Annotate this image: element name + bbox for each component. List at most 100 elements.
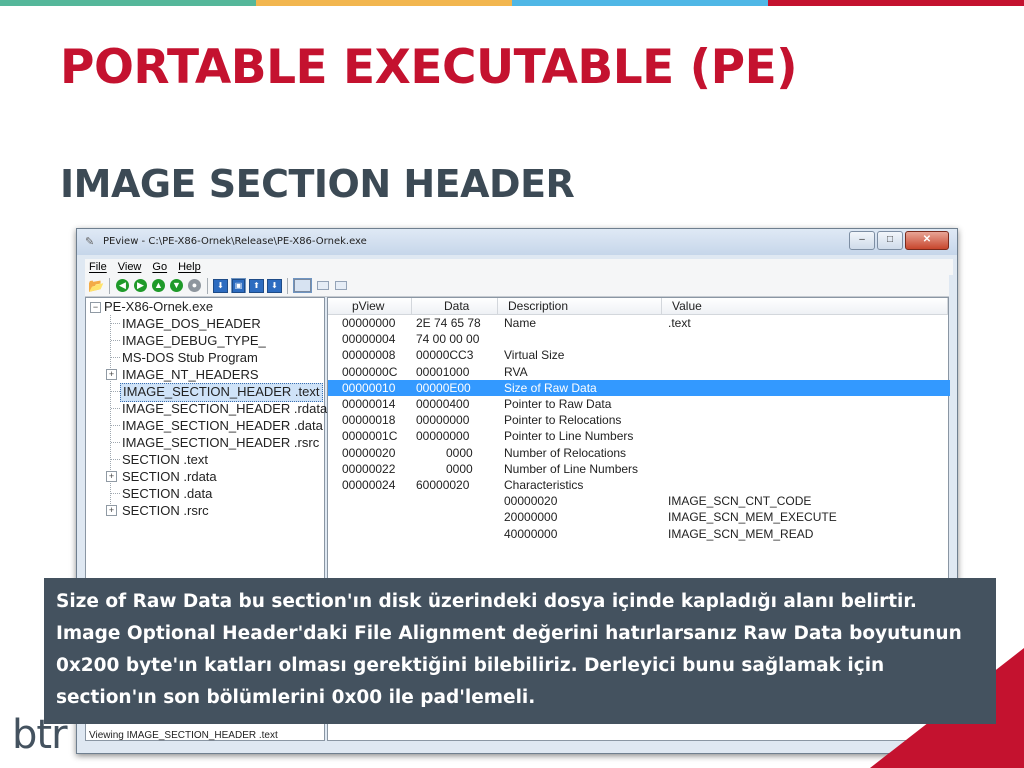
cell-desc: Number of Relocations bbox=[504, 445, 627, 460]
table-row[interactable]: 40000000 IMAGE_SCN_MEM_READ bbox=[328, 526, 950, 542]
cell-data: 0000 bbox=[446, 445, 473, 460]
open-icon[interactable]: 📂 bbox=[88, 278, 104, 293]
table-row[interactable]: 00000022 0000 Number of Line Numbers bbox=[328, 461, 950, 477]
table-row[interactable]: 00000004 74 00 00 00 bbox=[328, 331, 950, 347]
cell-pview: 00000022 bbox=[342, 461, 396, 476]
toolbar-separator bbox=[207, 277, 208, 294]
cell-desc: RVA bbox=[504, 364, 528, 379]
menu-view[interactable]: View bbox=[118, 261, 142, 273]
tree-item-ms-dos-stub[interactable]: MS-DOS Stub Program bbox=[122, 349, 258, 366]
table-row[interactable]: 00000010 00000E00 Size of Raw Data bbox=[328, 379, 950, 396]
slide-subtitle: IMAGE SECTION HEADER bbox=[60, 162, 575, 206]
toolbar-separator bbox=[109, 277, 110, 294]
cell-data: 00000E00 bbox=[416, 380, 471, 395]
close-button[interactable]: ✕ bbox=[905, 231, 949, 250]
maximize-button[interactable]: □ bbox=[877, 231, 903, 250]
tree-connector bbox=[110, 315, 111, 516]
tree-item-section-data[interactable]: SECTION .data bbox=[122, 485, 212, 502]
cell-value: IMAGE_SCN_CNT_CODE bbox=[668, 494, 812, 509]
back-icon[interactable]: ◀ bbox=[115, 278, 130, 293]
table-row[interactable]: 0000000C 00001000 RVA bbox=[328, 364, 950, 380]
table-row[interactable]: 20000000 IMAGE_SCN_MEM_EXECUTE bbox=[328, 509, 950, 525]
tree-item-image-dos-header[interactable]: IMAGE_DOS_HEADER bbox=[122, 315, 261, 332]
table-row[interactable]: 00000008 00000CC3 Virtual Size bbox=[328, 347, 950, 363]
cell-desc: Characteristics bbox=[504, 478, 584, 492]
window-titlebar[interactable]: ✎ PEview - C:\PE-X86-Ornek\Release\PE-X8… bbox=[77, 229, 957, 255]
save-icon[interactable]: ⬇ bbox=[213, 278, 228, 293]
column-header-value[interactable]: Value bbox=[662, 298, 948, 315]
status-bar: Viewing IMAGE_SECTION_HEADER .text bbox=[89, 730, 278, 741]
cell-pview: 0000001C bbox=[342, 429, 398, 444]
cell-data: 2E 74 65 78 bbox=[416, 316, 481, 330]
go-icon[interactable]: ● bbox=[187, 278, 202, 293]
tree-connector bbox=[111, 493, 120, 494]
cell-pview: 00000000 bbox=[342, 316, 396, 330]
expand-icon[interactable]: + bbox=[106, 505, 117, 516]
cell-data: 0000 bbox=[446, 461, 473, 476]
tree-connector bbox=[111, 459, 120, 460]
column-header-data[interactable]: Data bbox=[412, 298, 498, 315]
tree-root[interactable]: PE-X86-Ornek.exe bbox=[104, 298, 213, 315]
slide-title: PORTABLE EXECUTABLE (PE) bbox=[60, 40, 798, 95]
import-icon[interactable]: ⬇ bbox=[267, 278, 282, 293]
export-icon[interactable]: ⬆ bbox=[249, 278, 264, 293]
cell-pview: 00000018 bbox=[342, 413, 396, 428]
table-row[interactable]: 00000014 00000400 Pointer to Raw Data bbox=[328, 396, 950, 412]
tree-item-section-text[interactable]: SECTION .text bbox=[122, 451, 208, 468]
cell-value: IMAGE_SCN_MEM_EXECUTE bbox=[668, 510, 837, 525]
cell-data: 00001000 bbox=[416, 364, 470, 379]
table-row[interactable]: 00000020 0000 Number of Relocations bbox=[328, 445, 950, 461]
collapse-icon[interactable]: − bbox=[90, 302, 101, 313]
toolbar: 📂 ◀ ▶ ▲ ▼ ● ⬇ ▣ ⬆ ⬇ bbox=[85, 275, 949, 297]
down-icon[interactable]: ▼ bbox=[169, 278, 184, 293]
stripe-4 bbox=[768, 0, 1024, 6]
tree-connector bbox=[111, 391, 120, 392]
cell-value: .text bbox=[668, 316, 691, 330]
cell-pview: 00000004 bbox=[342, 332, 396, 347]
window-title: PEview - C:\PE-X86-Ornek\Release\PE-X86-… bbox=[103, 236, 367, 247]
menu-file[interactable]: File bbox=[89, 261, 107, 273]
table-row[interactable]: 0000001C 00000000 Pointer to Line Numbers bbox=[328, 428, 950, 444]
table-row[interactable]: 00000020 IMAGE_SCN_CNT_CODE bbox=[328, 493, 950, 509]
tree-item-section-rdata[interactable]: SECTION .rdata bbox=[122, 468, 217, 485]
stripe-3 bbox=[512, 0, 768, 6]
toolbar-separator bbox=[287, 277, 288, 294]
view-icon[interactable]: ▣ bbox=[231, 278, 246, 293]
cell-pview: 00000008 bbox=[342, 348, 396, 363]
tree-item-section-header-rsrc[interactable]: IMAGE_SECTION_HEADER .rsrc bbox=[122, 434, 319, 451]
menu-help[interactable]: Help bbox=[178, 261, 201, 273]
expand-icon[interactable]: + bbox=[106, 369, 117, 380]
table-row[interactable]: 00000000 2E 74 65 78 Name .text bbox=[328, 315, 950, 331]
tree-item-section-rsrc[interactable]: SECTION .rsrc bbox=[122, 502, 209, 519]
hex-view-icon[interactable] bbox=[293, 278, 312, 293]
forward-icon[interactable]: ▶ bbox=[133, 278, 148, 293]
cell-data: 00000CC3 bbox=[416, 348, 474, 363]
cell-desc: Pointer to Raw Data bbox=[504, 397, 612, 411]
tree-item-section-header-rdata[interactable]: IMAGE_SECTION_HEADER .rdata bbox=[122, 400, 327, 417]
cell-desc: Name bbox=[504, 316, 537, 330]
cell-desc: Virtual Size bbox=[504, 348, 565, 363]
menu-bar: File View Go Help bbox=[85, 259, 953, 275]
cell-pview: 00000020 bbox=[342, 445, 396, 460]
detail-view-icon[interactable] bbox=[333, 278, 348, 293]
minimize-button[interactable]: – bbox=[849, 231, 875, 250]
cell-desc: Pointer to Line Numbers bbox=[504, 429, 634, 444]
tree-item-image-nt-headers[interactable]: IMAGE_NT_HEADERS bbox=[122, 366, 259, 383]
expand-icon[interactable]: + bbox=[106, 471, 117, 482]
cell-pview: 00000010 bbox=[342, 380, 396, 395]
tree-item-section-header-data[interactable]: IMAGE_SECTION_HEADER .data bbox=[122, 417, 323, 434]
up-icon[interactable]: ▲ bbox=[151, 278, 166, 293]
cell-desc: 40000000 bbox=[504, 526, 558, 541]
cell-desc: Pointer to Relocations bbox=[504, 413, 622, 428]
menu-go[interactable]: Go bbox=[152, 261, 167, 273]
tree-connector bbox=[111, 425, 120, 426]
column-header-pview[interactable]: pView bbox=[328, 298, 412, 315]
list-view-icon[interactable] bbox=[315, 278, 330, 293]
tree-item-image-debug-type[interactable]: IMAGE_DEBUG_TYPE_ bbox=[122, 332, 266, 349]
cell-data: 00000000 bbox=[416, 413, 470, 428]
window-controls: – □ ✕ bbox=[849, 231, 949, 250]
table-row[interactable]: 00000018 00000000 Pointer to Relocations bbox=[328, 412, 950, 428]
table-row[interactable]: 00000024 60000020 Characteristics bbox=[328, 477, 950, 493]
column-header-description[interactable]: Description bbox=[498, 298, 662, 315]
cell-data: 00000400 bbox=[416, 397, 470, 411]
